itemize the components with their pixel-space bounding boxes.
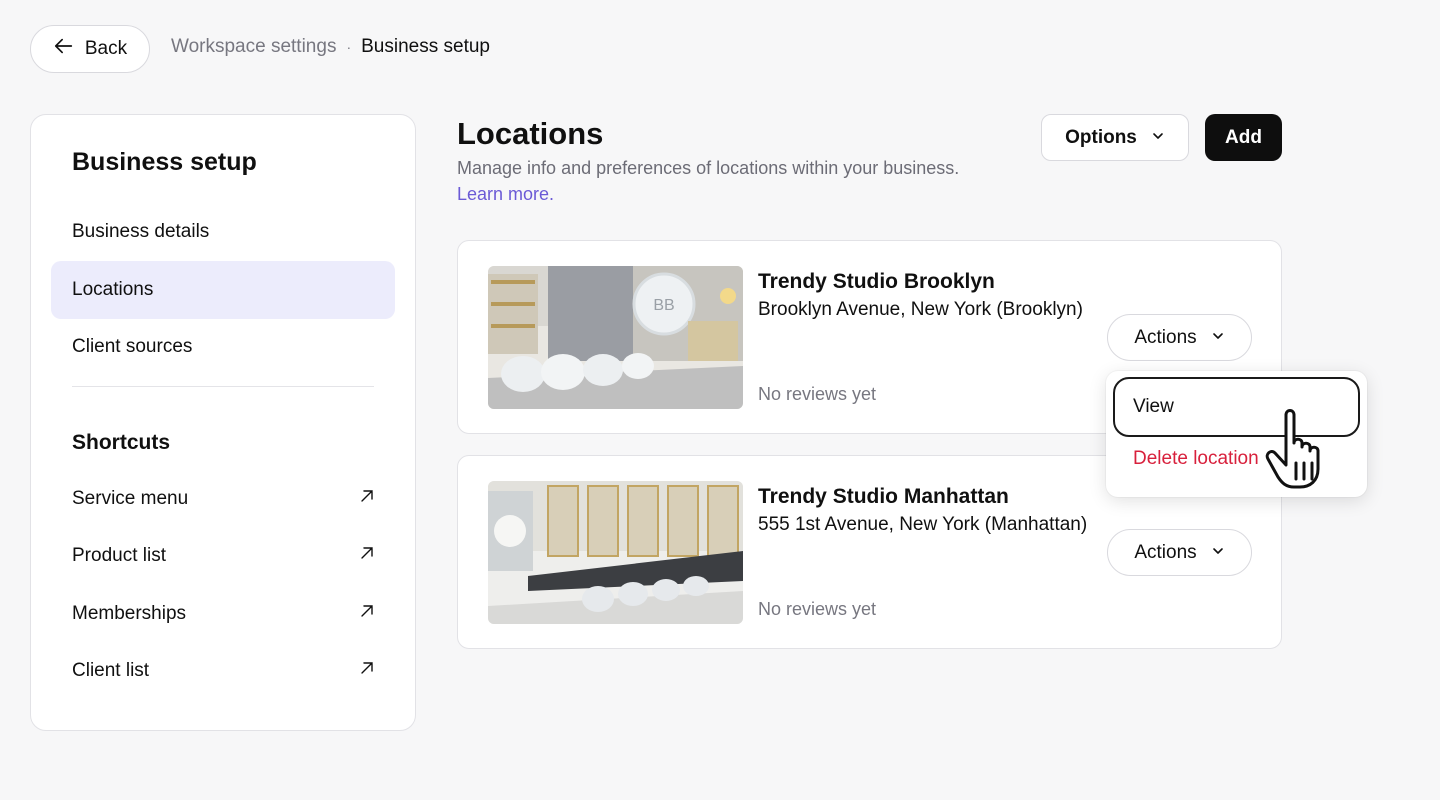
breadcrumb-workspace-settings[interactable]: Workspace settings xyxy=(171,36,336,58)
actions-button[interactable]: Actions xyxy=(1107,529,1252,576)
sidebar: Business setup Business details Location… xyxy=(30,114,416,731)
shortcut-product-list[interactable]: Product list xyxy=(51,532,395,580)
add-button[interactable]: Add xyxy=(1205,114,1282,161)
back-button[interactable]: Back xyxy=(30,25,150,73)
arrow-up-right-icon xyxy=(359,545,375,567)
shortcut-client-list[interactable]: Client list xyxy=(51,647,395,695)
back-label: Back xyxy=(84,38,128,59)
chevron-down-icon xyxy=(1211,327,1225,349)
location-reviews: No reviews yet xyxy=(758,384,877,404)
actions-label: Actions xyxy=(1134,541,1197,563)
location-name[interactable]: Trendy Studio Brooklyn xyxy=(758,270,995,294)
svg-text:BB: BB xyxy=(653,297,674,314)
arrow-up-right-icon xyxy=(359,603,375,625)
shortcut-label: Product list xyxy=(72,545,166,566)
menu-item-delete-location[interactable]: Delete location xyxy=(1133,448,1259,470)
location-photo xyxy=(488,481,743,624)
learn-more-link[interactable]: Learn more. xyxy=(457,184,554,205)
breadcrumb: Workspace settings · Business setup xyxy=(171,36,490,58)
location-photo: BB xyxy=(488,266,743,409)
location-reviews: No reviews yet xyxy=(758,599,877,619)
location-name[interactable]: Trendy Studio Manhattan xyxy=(758,485,1009,509)
page-subtitle: Manage info and preferences of locations… xyxy=(457,158,960,178)
page-title: Locations xyxy=(457,116,604,151)
breadcrumb-business-setup: Business setup xyxy=(361,36,490,57)
options-label: Options xyxy=(1065,126,1137,148)
arrow-up-right-icon xyxy=(359,660,375,682)
shortcuts-title: Shortcuts xyxy=(72,431,171,454)
shortcut-label: Service menu xyxy=(72,488,189,509)
chevron-down-icon xyxy=(1151,127,1165,149)
sidebar-item-locations[interactable]: Locations xyxy=(51,261,395,319)
sidebar-item-business-details[interactable]: Business details xyxy=(51,203,395,261)
sidebar-item-client-sources[interactable]: Client sources xyxy=(51,318,395,376)
sidebar-title: Business setup xyxy=(72,148,257,176)
actions-label: Actions xyxy=(1134,326,1197,348)
shortcut-service-menu[interactable]: Service menu xyxy=(51,475,395,523)
sidebar-item-label: Locations xyxy=(72,279,154,300)
arrow-up-right-icon xyxy=(359,488,375,510)
sidebar-item-label: Business details xyxy=(72,221,210,242)
chevron-down-icon xyxy=(1211,542,1225,564)
arrow-left-icon xyxy=(53,35,75,63)
shortcut-label: Client list xyxy=(72,660,150,681)
sidebar-item-label: Client sources xyxy=(72,336,193,357)
shortcut-memberships[interactable]: Memberships xyxy=(51,590,395,638)
sidebar-divider xyxy=(72,386,374,387)
location-address: 555 1st Avenue, New York (Manhattan) xyxy=(758,514,1088,535)
breadcrumb-separator: · xyxy=(346,39,352,55)
options-button[interactable]: Options xyxy=(1041,114,1189,161)
actions-button[interactable]: Actions xyxy=(1107,314,1252,361)
hand-cursor-icon xyxy=(1262,407,1342,491)
shortcut-label: Memberships xyxy=(72,603,187,624)
location-address: Brooklyn Avenue, New York (Brooklyn) xyxy=(758,299,1083,320)
